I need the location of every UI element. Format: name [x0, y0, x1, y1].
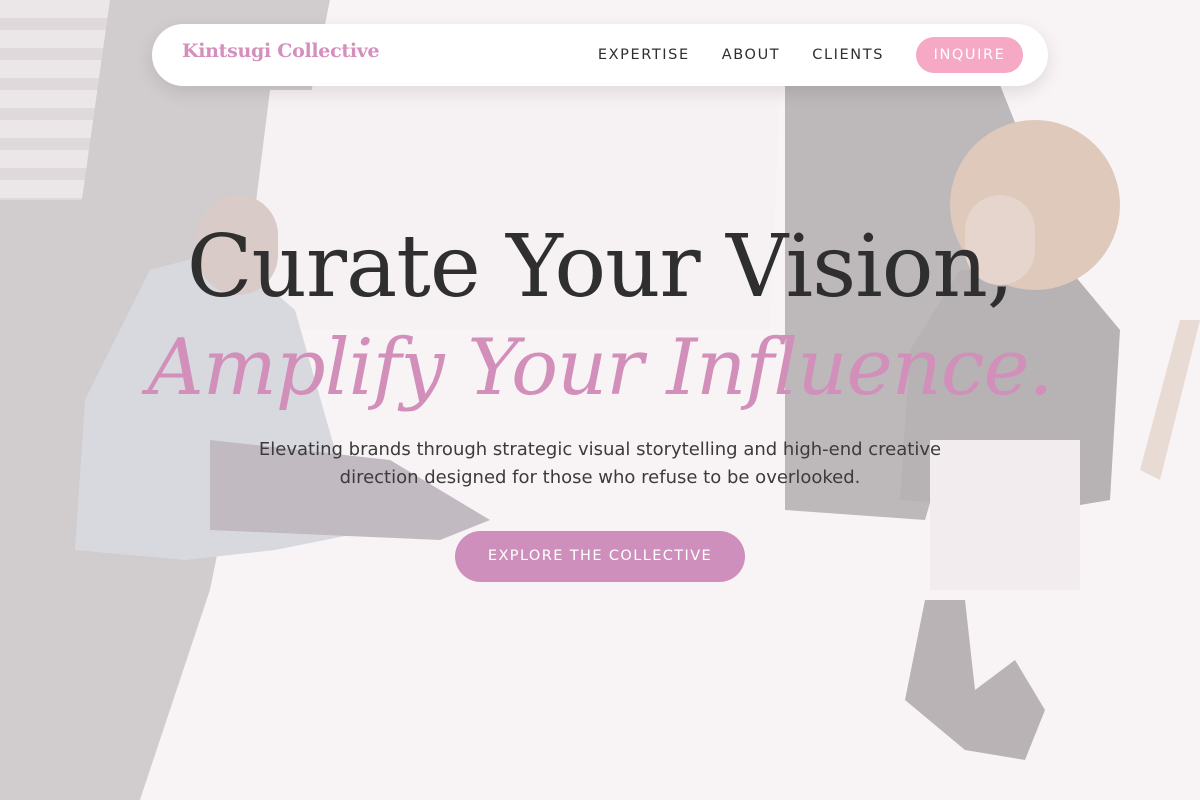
top-navbar: Kintsugi Collective EXPERTISE ABOUT CLIE… — [152, 24, 1048, 86]
hero-subtitle: Elevating brands through strategic visua… — [258, 439, 942, 488]
hero-headline-line2: Amplify Your Influence. — [147, 323, 1054, 413]
nav-links: EXPERTISE ABOUT CLIENTS INQUIRE — [598, 37, 1023, 73]
inquire-button[interactable]: INQUIRE — [916, 37, 1023, 73]
nav-link-expertise[interactable]: EXPERTISE — [598, 47, 690, 63]
nav-link-about[interactable]: ABOUT — [722, 47, 781, 63]
brand-logo[interactable]: Kintsugi Collective — [182, 40, 380, 62]
hero-headline-line1: Curate Your Vision, — [186, 217, 1015, 317]
explore-collective-button[interactable]: EXPLORE THE COLLECTIVE — [455, 531, 745, 582]
nav-link-clients[interactable]: CLIENTS — [812, 47, 884, 63]
